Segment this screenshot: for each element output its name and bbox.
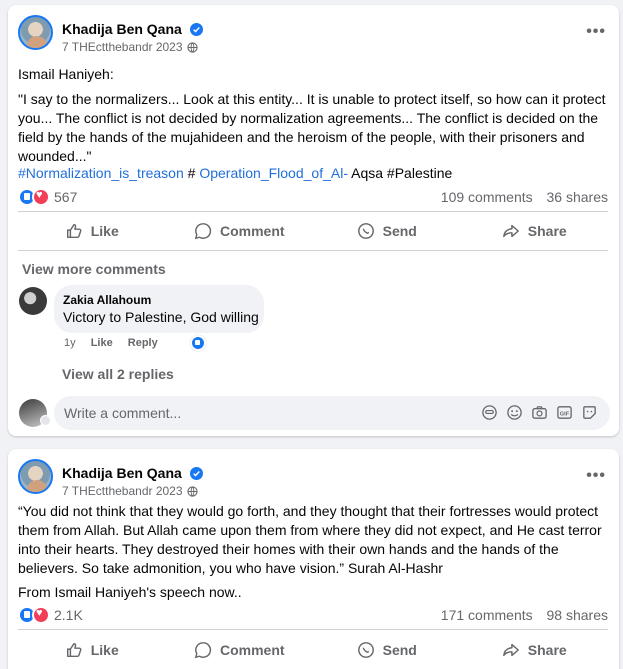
comment-button[interactable]: Comment bbox=[166, 212, 314, 250]
action-bar: Like Comment Send Share bbox=[18, 211, 608, 251]
globe-icon bbox=[187, 42, 198, 56]
chevron-down-icon[interactable] bbox=[40, 415, 51, 426]
like-icon bbox=[66, 223, 82, 239]
post-intro: Ismail Haniyeh: bbox=[18, 66, 114, 82]
comment-input-placeholder: Write a comment... bbox=[64, 405, 182, 421]
commenter-name[interactable]: Zakia Allahoum bbox=[63, 293, 151, 307]
hashtag-separator: # bbox=[183, 165, 200, 181]
share-label: Share bbox=[527, 641, 567, 658]
comment-icon bbox=[194, 641, 212, 658]
share-icon bbox=[502, 643, 519, 656]
action-bar: Like Comment Send Share bbox=[18, 629, 608, 669]
share-count[interactable]: 98 shares bbox=[547, 607, 608, 623]
like-button[interactable]: Like bbox=[18, 212, 166, 250]
verified-badge-icon bbox=[189, 467, 203, 483]
avatar-sticker-icon[interactable] bbox=[481, 404, 498, 421]
view-replies-link[interactable]: View all 2 replies bbox=[62, 366, 174, 382]
comment-meta: 1y Like Reply bbox=[64, 337, 170, 349]
post-timestamp[interactable]: 7 THEctthebandr 2023 bbox=[62, 40, 183, 54]
share-label: Share bbox=[527, 223, 567, 239]
post-header: Khadija Ben Qana 7 THEctthebandr 2023 ••… bbox=[18, 15, 608, 55]
camera-icon[interactable] bbox=[531, 404, 548, 421]
emoji-icon[interactable] bbox=[506, 404, 523, 421]
hashtag-link[interactable]: #Palestine bbox=[387, 165, 452, 181]
view-more-comments-link[interactable]: View more comments bbox=[22, 261, 166, 277]
share-count[interactable]: 36 shares bbox=[547, 189, 608, 205]
comment-like-reaction-icon[interactable] bbox=[190, 335, 206, 351]
post-header: Khadija Ben Qana 7 THEctthebandr 2023 ••… bbox=[18, 459, 608, 499]
verified-badge-icon bbox=[189, 23, 203, 39]
share-button[interactable]: Share bbox=[461, 212, 609, 250]
love-reaction-icon bbox=[32, 606, 50, 624]
send-button[interactable]: Send bbox=[313, 212, 461, 250]
like-label: Like bbox=[90, 223, 119, 239]
gif-icon[interactable]: GIF bbox=[556, 404, 573, 421]
like-icon bbox=[66, 642, 82, 657]
send-icon bbox=[357, 641, 374, 658]
more-options-icon[interactable]: ••• bbox=[586, 23, 606, 41]
comment-reply-button[interactable]: Reply bbox=[128, 337, 158, 349]
comment-icon bbox=[194, 223, 212, 240]
author-name[interactable]: Khadija Ben Qana bbox=[62, 21, 182, 37]
comment-button[interactable]: Comment bbox=[166, 630, 314, 669]
send-icon bbox=[357, 223, 374, 239]
comment-count[interactable]: 171 comments bbox=[441, 607, 533, 623]
share-button[interactable]: Share bbox=[461, 630, 609, 669]
comment-text: Victory to Palestine, God willing bbox=[63, 309, 259, 325]
send-label: Send bbox=[382, 641, 417, 658]
reaction-count[interactable]: 2.1K bbox=[54, 607, 83, 623]
author-avatar[interactable] bbox=[18, 459, 53, 494]
reaction-stats: 2.1K 171 comments 98 shares bbox=[18, 606, 608, 626]
comment-input[interactable]: Write a comment... GIF bbox=[54, 396, 610, 430]
like-button[interactable]: Like bbox=[18, 630, 166, 669]
comment-count[interactable]: 109 comments bbox=[441, 189, 533, 205]
hashtag-text: Aqsa bbox=[348, 165, 387, 181]
comment-like-button[interactable]: Like bbox=[91, 337, 113, 349]
reaction-icons[interactable] bbox=[18, 606, 50, 624]
globe-icon bbox=[187, 486, 198, 500]
love-reaction-icon bbox=[32, 188, 50, 206]
sticker-icon[interactable] bbox=[581, 404, 598, 421]
comment-time[interactable]: 1y bbox=[64, 337, 76, 349]
post-body: "I say to the normalizers... Look at thi… bbox=[18, 91, 606, 164]
send-button[interactable]: Send bbox=[313, 630, 461, 669]
comment-bubble: Zakia Allahoum Victory to Palestine, God… bbox=[54, 285, 264, 333]
author-name[interactable]: Khadija Ben Qana bbox=[62, 465, 182, 481]
hashtag-line: #Normalization_is_treason # Operation_Fl… bbox=[18, 165, 452, 181]
post-card: Khadija Ben Qana 7 THEctthebandr 2023 ••… bbox=[8, 449, 619, 669]
post-footnote: From Ismail Haniyeh's speech now.. bbox=[18, 584, 242, 600]
reaction-stats: 567 109 comments 36 shares bbox=[18, 188, 608, 208]
commenter-avatar[interactable] bbox=[19, 287, 47, 315]
hashtag-link[interactable]: Operation_Flood_of_Al- bbox=[199, 165, 348, 181]
post-body: “You did not think that they would go fo… bbox=[18, 503, 602, 576]
post-timestamp[interactable]: 7 THEctthebandr 2023 bbox=[62, 484, 183, 498]
reaction-count[interactable]: 567 bbox=[54, 189, 77, 205]
send-label: Send bbox=[382, 223, 417, 239]
post-card: Khadija Ben Qana 7 THEctthebandr 2023 ••… bbox=[8, 5, 619, 436]
author-avatar[interactable] bbox=[18, 15, 53, 50]
comment-label: Comment bbox=[219, 223, 285, 239]
hashtag-link[interactable]: #Normalization_is_treason bbox=[18, 165, 184, 181]
share-icon bbox=[502, 224, 519, 238]
reaction-icons[interactable] bbox=[18, 188, 50, 206]
more-options-icon[interactable]: ••• bbox=[586, 467, 606, 485]
like-label: Like bbox=[90, 641, 119, 658]
comment-label: Comment bbox=[219, 641, 285, 658]
svg-text:GIF: GIF bbox=[560, 411, 570, 417]
